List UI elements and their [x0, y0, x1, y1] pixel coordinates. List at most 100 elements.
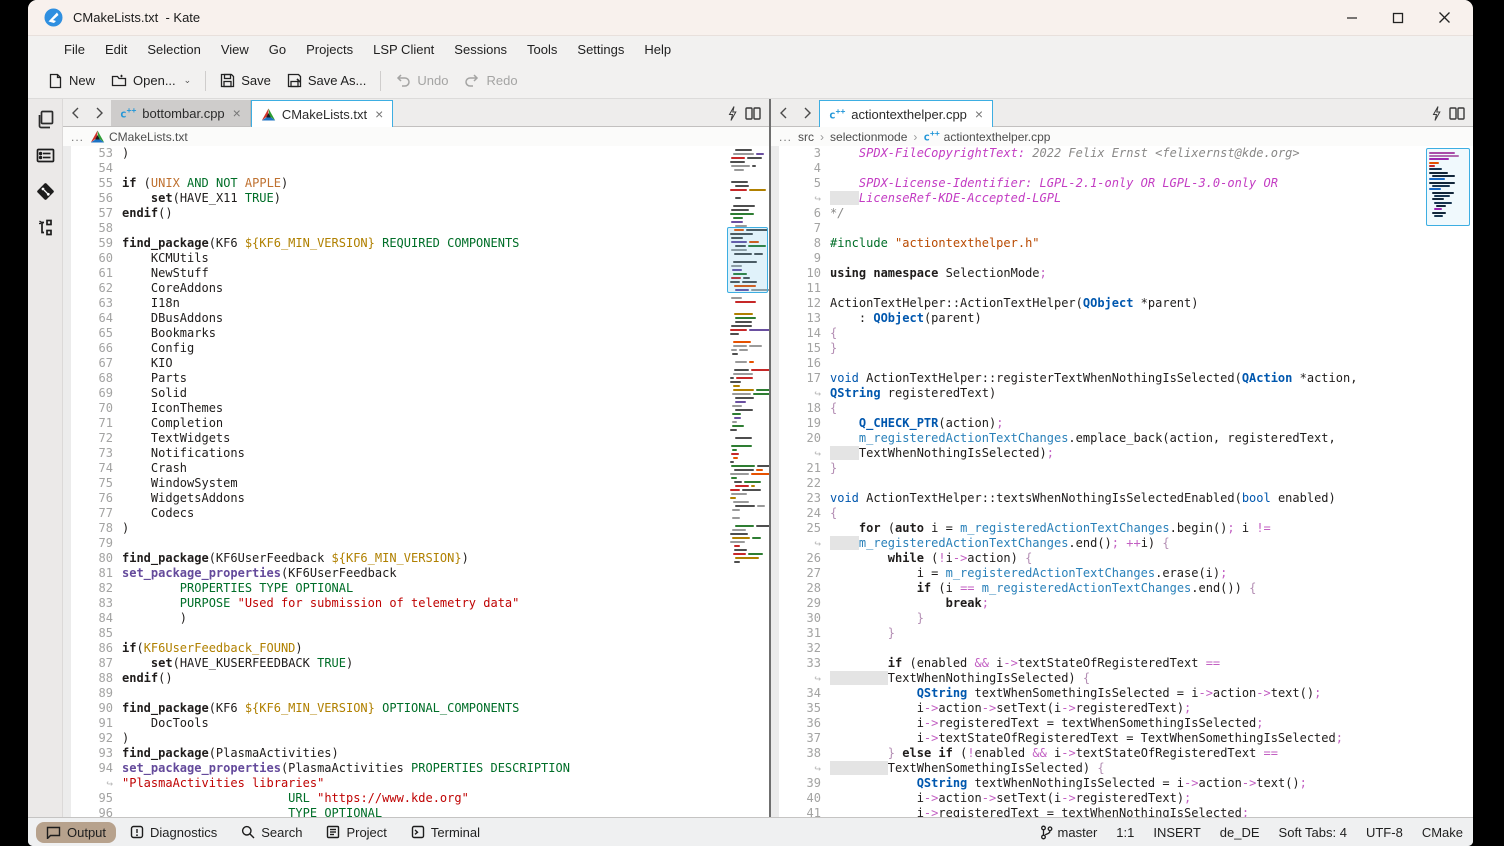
right-minimap[interactable] [1426, 148, 1470, 226]
split-view-icon[interactable] [1449, 107, 1465, 120]
line-number: 86 [71, 641, 122, 656]
wrap-marker: ↪ [71, 776, 122, 791]
menu-item-go[interactable]: Go [259, 36, 296, 63]
split-view-icon[interactable] [745, 107, 761, 120]
menu-item-projects[interactable]: Projects [296, 36, 363, 63]
code-line: 53) [71, 146, 769, 161]
menu-item-tools[interactable]: Tools [517, 36, 567, 63]
statusbar-de_de[interactable]: de_DE [1220, 825, 1260, 840]
open-folder-icon [111, 73, 127, 88]
left-tabbar: c++bottombar.cpp×CMakeLists.txt× [63, 99, 769, 127]
line-number: 87 [71, 656, 122, 671]
code-line: 84 ) [71, 611, 769, 626]
new-button[interactable]: New [40, 67, 103, 95]
close-tab-icon[interactable]: × [375, 106, 383, 122]
statusbar-diagnostics-button[interactable]: Diagnostics [120, 822, 227, 843]
right-pane: c++actiontexthelper.cpp× ...src›selectio… [771, 99, 1473, 817]
git-icon[interactable] [35, 181, 56, 202]
forward-icon[interactable] [795, 100, 819, 126]
minimize-button[interactable] [1329, 0, 1375, 35]
documents-icon[interactable] [35, 109, 56, 130]
code-line: 87 set(HAVE_KUSERFEEDBACK TRUE) [71, 656, 769, 671]
breadcrumb-ellipsis[interactable]: ... [71, 130, 84, 144]
line-number: 79 [71, 536, 122, 551]
statusbar-1-1[interactable]: 1:1 [1116, 825, 1134, 840]
code-line: 27 i = m_registeredActionTextChanges.era… [779, 566, 1473, 581]
main-area: c++bottombar.cpp×CMakeLists.txt× ...CMak… [28, 99, 1473, 817]
quick-open-lightning-icon[interactable] [1432, 106, 1441, 121]
line-number: 26 [779, 551, 830, 566]
menu-item-selection[interactable]: Selection [137, 36, 210, 63]
close-tab-icon[interactable]: × [975, 106, 983, 122]
code-line: 94set_package_properties(PlasmaActivitie… [71, 761, 769, 776]
breadcrumb-item[interactable]: c++actiontexthelper.cpp [923, 129, 1050, 144]
menu-item-settings[interactable]: Settings [567, 36, 634, 63]
code-line: ↪ m_registeredActionTextChanges.end(); +… [779, 536, 1473, 551]
code-line: ↪ LicenseRef-KDE-Accepted-LGPL [779, 191, 1473, 206]
breadcrumb-ellipsis[interactable]: ... [779, 130, 792, 144]
menu-item-sessions[interactable]: Sessions [444, 36, 517, 63]
line-number: 62 [71, 281, 122, 296]
line-number: 64 [71, 311, 122, 326]
statusbar-master[interactable]: master [1040, 825, 1098, 840]
quick-open-lightning-icon[interactable] [728, 106, 737, 121]
code-line: 56 set(HAVE_X11 TRUE) [71, 191, 769, 206]
undo-icon [395, 74, 411, 88]
code-line: 32 [779, 641, 1473, 656]
code-line: 82 PROPERTIES TYPE OPTIONAL [71, 581, 769, 596]
breadcrumb-separator: › [820, 130, 824, 144]
tab-bottombar.cpp[interactable]: c++bottombar.cpp× [111, 100, 251, 126]
statusbar-soft-tabs-4[interactable]: Soft Tabs: 4 [1279, 825, 1347, 840]
line-number: 18 [779, 401, 830, 416]
forward-icon[interactable] [87, 100, 111, 126]
code-line: 57endif() [71, 206, 769, 221]
menu-item-view[interactable]: View [211, 36, 259, 63]
breadcrumb-item[interactable]: src [798, 130, 814, 144]
statusbar-cmake[interactable]: CMake [1422, 825, 1463, 840]
statusbar-project-button[interactable]: Project [316, 822, 396, 843]
code-line: 96 TYPE OPTIONAL [71, 806, 769, 817]
breadcrumb-item[interactable]: selectionmode [830, 130, 907, 144]
tab-actiontexthelper.cpp[interactable]: c++actiontexthelper.cpp× [819, 100, 993, 127]
list-details-icon[interactable] [35, 145, 56, 166]
call-tree-icon[interactable] [35, 217, 56, 238]
save-as-button[interactable]: Save As... [279, 67, 375, 95]
line-number: 5 [779, 176, 830, 191]
left-editor[interactable]: 53)5455if (UNIX AND NOT APPLE)56 set(HAV… [63, 146, 769, 817]
menu-item-file[interactable]: File [54, 36, 95, 63]
close-button[interactable] [1421, 0, 1467, 35]
code-line: 34 QString textWhenSomethingIsSelected =… [779, 686, 1473, 701]
line-number: 7 [779, 221, 830, 236]
line-number: 89 [71, 686, 122, 701]
save-icon [220, 73, 235, 88]
back-icon[interactable] [63, 100, 87, 126]
menu-item-edit[interactable]: Edit [95, 36, 137, 63]
statusbar-insert[interactable]: INSERT [1153, 825, 1200, 840]
tab-CMakeLists.txt[interactable]: CMakeLists.txt× [251, 100, 393, 127]
left-minimap[interactable] [729, 147, 767, 817]
breadcrumb-item[interactable]: CMakeLists.txt [90, 130, 188, 144]
maximize-button[interactable] [1375, 0, 1421, 35]
window-title: CMakeLists.txt - Kate [73, 10, 200, 25]
code-line: 6*/ [779, 206, 1473, 221]
statusbar-terminal-button[interactable]: Terminal [401, 822, 490, 843]
line-number: 59 [71, 236, 122, 251]
search-icon [241, 825, 255, 839]
statusbar-utf-8[interactable]: UTF-8 [1366, 825, 1403, 840]
save-button[interactable]: Save [212, 67, 279, 95]
code-line: 3 SPDX-FileCopyrightText: 2022 Felix Ern… [779, 146, 1473, 161]
code-line: 72 TextWidgets [71, 431, 769, 446]
close-tab-icon[interactable]: × [233, 105, 241, 121]
menu-item-lsp-client[interactable]: LSP Client [363, 36, 444, 63]
back-icon[interactable] [771, 100, 795, 126]
code-line: ↪ TextWhenNothingIsSelected); [779, 446, 1473, 461]
code-line: 36 i->registeredText = textWhenSomething… [779, 716, 1473, 731]
statusbar-search-button[interactable]: Search [231, 822, 312, 843]
right-editor[interactable]: 3 SPDX-FileCopyrightText: 2022 Felix Ern… [771, 146, 1473, 817]
menu-item-help[interactable]: Help [634, 36, 681, 63]
open-button[interactable]: Open...⌄ [103, 67, 199, 95]
statusbar-output-button[interactable]: Output [36, 822, 116, 843]
minimap-viewport[interactable] [727, 227, 768, 293]
code-line: 13 : QObject(parent) [779, 311, 1473, 326]
line-number: 85 [71, 626, 122, 641]
